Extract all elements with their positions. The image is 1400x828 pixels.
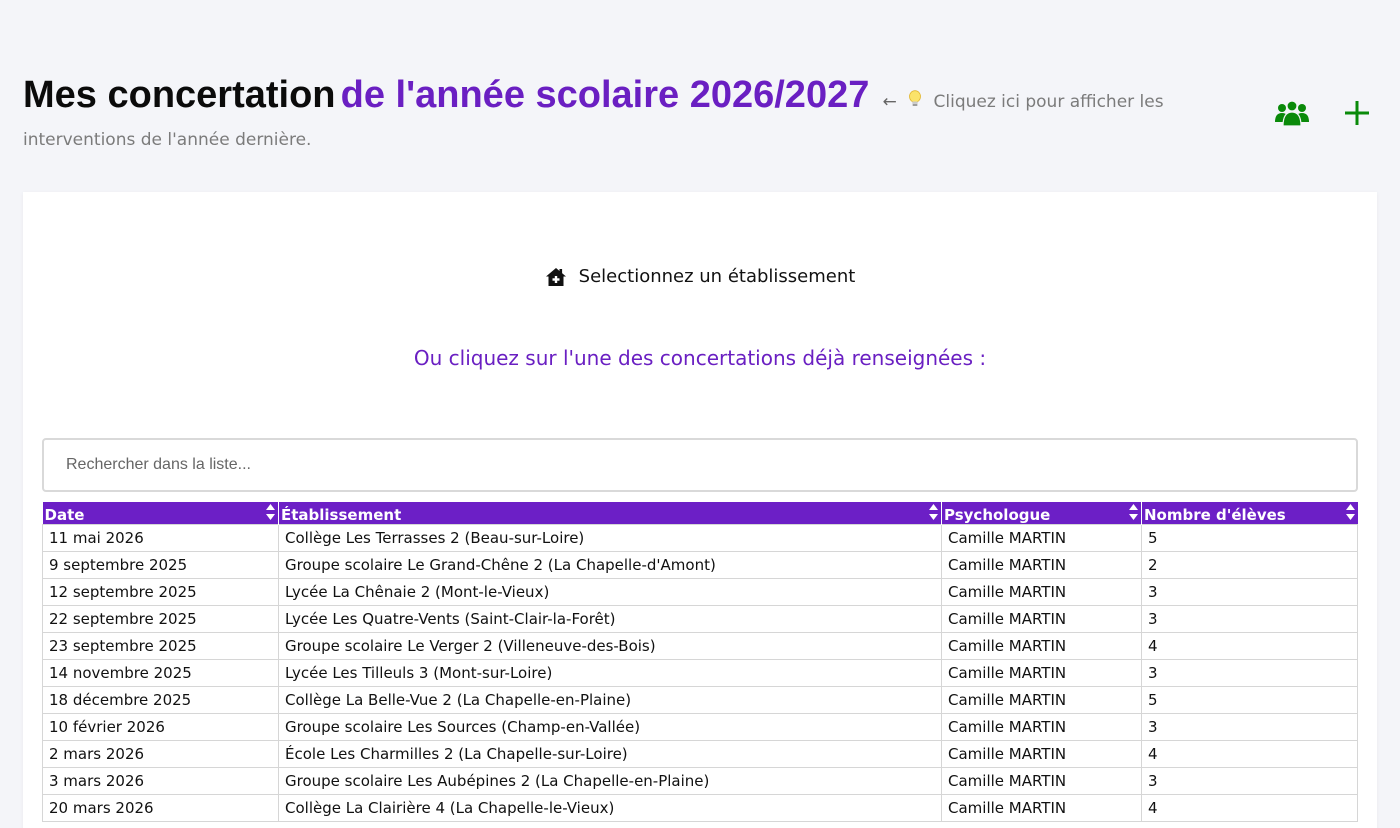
cell-date: 3 mars 2026 bbox=[42, 766, 279, 795]
cell-nombre-eleves: 5 bbox=[1141, 685, 1358, 714]
cell-date: 11 mai 2026 bbox=[42, 523, 279, 552]
cell-nombre-eleves: 4 bbox=[1141, 739, 1358, 768]
cell-nombre-eleves: 3 bbox=[1141, 658, 1358, 687]
cell-etablissement: Collège La Clairière 4 (La Chapelle-le-V… bbox=[278, 793, 942, 822]
sort-icon bbox=[1129, 504, 1138, 520]
page-header: Mes concertation de l'année scolaire 202… bbox=[23, 70, 1203, 150]
previous-year-link-text: Cliquez ici pour afficher les bbox=[933, 92, 1164, 112]
add-button[interactable] bbox=[1344, 100, 1370, 126]
select-establishment[interactable]: Selectionnez un établissement bbox=[23, 266, 1377, 287]
column-header-psychologue[interactable]: Psychologue bbox=[941, 502, 1142, 524]
table-row[interactable]: 3 mars 2026 Groupe scolaire Les Aubépine… bbox=[42, 766, 1358, 795]
cell-psychologue: Camille MARTIN bbox=[941, 712, 1142, 741]
column-header-date[interactable]: Date bbox=[42, 502, 279, 524]
table-header-row: Date Établissement Psychologue Nombre d'… bbox=[42, 502, 1358, 524]
cell-etablissement: Collège Les Terrasses 2 (Beau-sur-Loire) bbox=[278, 523, 942, 552]
sort-icon bbox=[929, 504, 938, 520]
cell-psychologue: Camille MARTIN bbox=[941, 766, 1142, 795]
cell-date: 2 mars 2026 bbox=[42, 739, 279, 768]
previous-year-link[interactable]: ← Cliquez ici pour afficher les bbox=[882, 90, 1164, 112]
home-icon bbox=[545, 267, 566, 286]
search-input[interactable] bbox=[42, 438, 1358, 492]
cell-date: 10 février 2026 bbox=[42, 712, 279, 741]
page-title: Mes concertation bbox=[23, 74, 336, 116]
previous-year-link-text-continued[interactable]: interventions de l'année dernière. bbox=[23, 130, 1203, 150]
table-row[interactable]: 14 novembre 2025 Lycée Les Tilleuls 3 (M… bbox=[42, 658, 1358, 687]
concertations-subtitle: Ou cliquez sur l'une des concertations d… bbox=[413, 346, 987, 370]
cell-date: 14 novembre 2025 bbox=[42, 658, 279, 687]
cell-nombre-eleves: 4 bbox=[1141, 631, 1358, 660]
cell-nombre-eleves: 5 bbox=[1141, 523, 1358, 552]
cell-nombre-eleves: 4 bbox=[1141, 793, 1358, 822]
cell-etablissement: Groupe scolaire Les Sources (Champ-en-Va… bbox=[278, 712, 942, 741]
cell-date: 9 septembre 2025 bbox=[42, 550, 279, 579]
cell-date: 18 décembre 2025 bbox=[42, 685, 279, 714]
page-title-year: de l'année scolaire 2026/2027 bbox=[340, 74, 870, 116]
cell-psychologue: Camille MARTIN bbox=[941, 685, 1142, 714]
table-row[interactable]: 12 septembre 2025 Lycée La Chênaie 2 (Mo… bbox=[42, 577, 1358, 606]
cell-psychologue: Camille MARTIN bbox=[941, 631, 1142, 660]
arrow-left-icon: ← bbox=[882, 92, 897, 112]
cell-etablissement: Lycée Les Quatre-Vents (Saint-Clair-la-F… bbox=[278, 604, 942, 633]
cell-date: 20 mars 2026 bbox=[42, 793, 279, 822]
users-group-button[interactable] bbox=[1274, 100, 1310, 126]
page-title-line: Mes concertation de l'année scolaire 202… bbox=[23, 70, 1203, 128]
cell-nombre-eleves: 3 bbox=[1141, 604, 1358, 633]
cell-psychologue: Camille MARTIN bbox=[941, 739, 1142, 768]
users-group-icon bbox=[1275, 100, 1309, 126]
cell-nombre-eleves: 2 bbox=[1141, 550, 1358, 579]
cell-etablissement: Groupe scolaire Les Aubépines 2 (La Chap… bbox=[278, 766, 942, 795]
table-row[interactable]: 18 décembre 2025 Collège La Belle-Vue 2 … bbox=[42, 685, 1358, 714]
cell-date: 23 septembre 2025 bbox=[42, 631, 279, 660]
plus-icon bbox=[1345, 101, 1369, 125]
cell-psychologue: Camille MARTIN bbox=[941, 577, 1142, 606]
table-row[interactable]: 10 février 2026 Groupe scolaire Les Sour… bbox=[42, 712, 1358, 741]
cell-etablissement: Collège La Belle-Vue 2 (La Chapelle-en-P… bbox=[278, 685, 942, 714]
cell-etablissement: École Les Charmilles 2 (La Chapelle-sur-… bbox=[278, 739, 942, 768]
table-row[interactable]: 22 septembre 2025 Lycée Les Quatre-Vents… bbox=[42, 604, 1358, 633]
concertations-table: Date Établissement Psychologue Nombre d'… bbox=[42, 502, 1358, 822]
table-row[interactable]: 11 mai 2026 Collège Les Terrasses 2 (Bea… bbox=[42, 523, 1358, 552]
cell-psychologue: Camille MARTIN bbox=[941, 523, 1142, 552]
lightbulb-icon bbox=[908, 78, 922, 128]
column-header-nombre-eleves[interactable]: Nombre d'élèves bbox=[1141, 502, 1358, 524]
cell-etablissement: Lycée Les Tilleuls 3 (Mont-sur-Loire) bbox=[278, 658, 942, 687]
select-establishment-label: Selectionnez un établissement bbox=[578, 266, 856, 287]
table-row[interactable]: 20 mars 2026 Collège La Clairière 4 (La … bbox=[42, 793, 1358, 822]
sort-icon bbox=[1345, 504, 1355, 520]
cell-nombre-eleves: 3 bbox=[1141, 577, 1358, 606]
cell-psychologue: Camille MARTIN bbox=[941, 550, 1142, 579]
cell-etablissement: Lycée La Chênaie 2 (Mont-le-Vieux) bbox=[278, 577, 942, 606]
table-row[interactable]: 9 septembre 2025 Groupe scolaire Le Gran… bbox=[42, 550, 1358, 579]
cell-date: 22 septembre 2025 bbox=[42, 604, 279, 633]
table-row[interactable]: 2 mars 2026 École Les Charmilles 2 (La C… bbox=[42, 739, 1358, 768]
main-card: Selectionnez un établissement Ou cliquez… bbox=[23, 192, 1377, 828]
cell-etablissement: Groupe scolaire Le Grand-Chêne 2 (La Cha… bbox=[278, 550, 942, 579]
cell-date: 12 septembre 2025 bbox=[42, 577, 279, 606]
header-actions bbox=[1274, 100, 1370, 126]
cell-psychologue: Camille MARTIN bbox=[941, 793, 1142, 822]
cell-psychologue: Camille MARTIN bbox=[941, 604, 1142, 633]
cell-nombre-eleves: 3 bbox=[1141, 712, 1358, 741]
sort-icon bbox=[266, 504, 275, 520]
cell-nombre-eleves: 3 bbox=[1141, 766, 1358, 795]
cell-etablissement: Groupe scolaire Le Verger 2 (Villeneuve-… bbox=[278, 631, 942, 660]
cell-psychologue: Camille MARTIN bbox=[941, 658, 1142, 687]
table-row[interactable]: 23 septembre 2025 Groupe scolaire Le Ver… bbox=[42, 631, 1358, 660]
column-header-etablissement[interactable]: Établissement bbox=[278, 502, 942, 524]
